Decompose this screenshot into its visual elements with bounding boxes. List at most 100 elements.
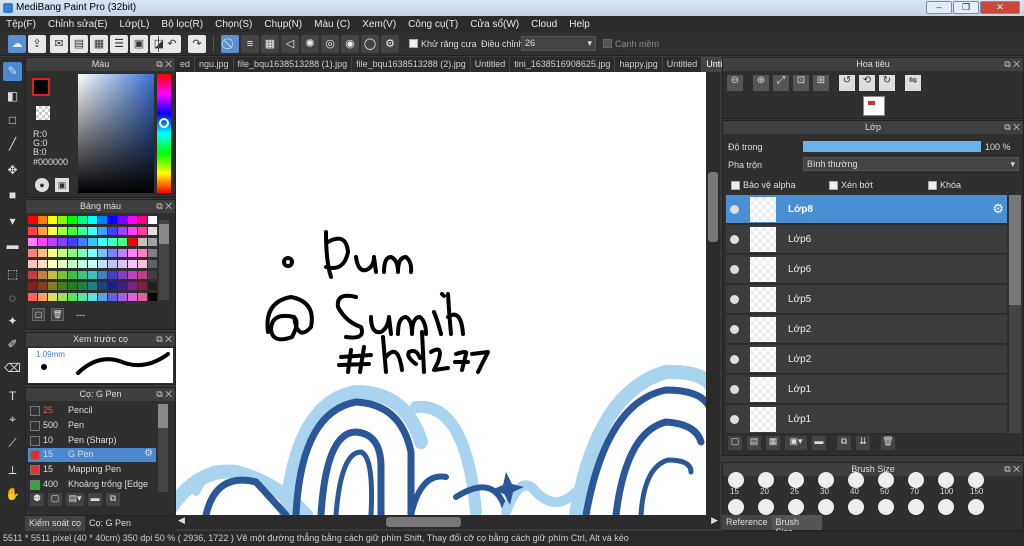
palette-swatch[interactable] — [128, 271, 137, 279]
brush-size-swatch[interactable] — [818, 499, 834, 515]
fit-icon[interactable]: ⤢ — [773, 75, 789, 91]
palette-swatch[interactable] — [38, 282, 47, 290]
brush-list-scrollbar[interactable] — [158, 404, 168, 492]
brush-size-swatch[interactable] — [758, 472, 774, 488]
palette-swatch[interactable] — [148, 260, 157, 268]
cross-snap-icon[interactable]: ▦ — [261, 35, 279, 53]
palette-swatch[interactable] — [78, 249, 87, 257]
brush-size-swatch[interactable] — [848, 472, 864, 488]
brush-item[interactable]: 15 Mapping Pen — [28, 463, 156, 477]
palette-swatch[interactable] — [38, 227, 47, 235]
palette-swatch[interactable] — [78, 238, 87, 246]
antialias-checkbox[interactable] — [409, 39, 418, 48]
palette-swatch[interactable] — [88, 271, 97, 279]
palette-swatch[interactable] — [108, 227, 117, 235]
palette-swatch[interactable] — [58, 249, 67, 257]
select-pen-tool-icon[interactable]: ✐ — [3, 335, 22, 354]
doc-tab[interactable]: happy.jpg — [615, 57, 663, 72]
palette-swatch[interactable] — [68, 293, 77, 301]
eye-icon[interactable] — [730, 385, 739, 394]
brush-item[interactable]: 400 Khoảng trống [Edge — [28, 478, 156, 492]
menu-view[interactable]: Xem(V) — [356, 19, 402, 30]
panel-close-icon[interactable]: ⧉ ✕ — [1004, 121, 1020, 134]
palette-swatch[interactable] — [28, 293, 37, 301]
palette-swatch[interactable] — [58, 227, 67, 235]
brush-size-swatch[interactable] — [938, 472, 954, 488]
palette-swatch[interactable] — [58, 238, 67, 246]
palette-swatch[interactable] — [68, 260, 77, 268]
palette-swatch[interactable] — [38, 271, 47, 279]
palette-swatch[interactable] — [108, 260, 117, 268]
layer-row[interactable]: Lớp1 — [726, 405, 1007, 434]
palette-swatch[interactable] — [28, 271, 37, 279]
palette-swatch[interactable] — [118, 216, 127, 224]
palette-swatch[interactable] — [118, 293, 127, 301]
palette-swatch[interactable] — [148, 216, 157, 224]
brush-size-swatch[interactable] — [728, 472, 744, 488]
blend-select[interactable]: Bình thường ▾ — [803, 157, 1019, 171]
palette-swatch[interactable] — [68, 238, 77, 246]
palette-swatch[interactable] — [98, 216, 107, 224]
eye-icon[interactable] — [730, 205, 739, 214]
transparent-color[interactable] — [36, 106, 50, 120]
divide-tool-icon[interactable]: ⟋ — [3, 434, 22, 453]
palette-swatch[interactable] — [108, 293, 117, 301]
palette-swatch[interactable] — [28, 216, 37, 224]
gear-icon[interactable]: ⚙ — [992, 201, 1004, 217]
scroll-right-icon[interactable]: ▶ — [711, 515, 718, 526]
snap-settings-icon[interactable]: ⚙ — [381, 35, 399, 53]
palette-swatch[interactable] — [68, 271, 77, 279]
palette-swatch[interactable] — [128, 238, 137, 246]
page-list-icon[interactable]: ☰ — [110, 35, 128, 53]
palette-swatch[interactable] — [108, 282, 117, 290]
palette-swatch[interactable] — [28, 227, 37, 235]
concentric-snap-icon[interactable]: ◎ — [321, 35, 339, 53]
close-button[interactable]: ✕ — [980, 1, 1020, 14]
grid-page-icon[interactable]: ▣ — [130, 35, 148, 53]
fill-rect-tool-icon[interactable]: ■ — [3, 186, 22, 205]
magic-wand-tool-icon[interactable]: ✦ — [3, 312, 22, 331]
palette-grid[interactable] — [28, 216, 157, 302]
palette-swatch[interactable] — [68, 282, 77, 290]
doc-tab[interactable]: file_bqu1638513288 (2).jpg — [352, 57, 471, 72]
palette-swatch[interactable] — [118, 249, 127, 257]
layer-row[interactable]: Lớp5 — [726, 285, 1007, 314]
palette-swatch[interactable] — [128, 249, 137, 257]
doc-tab[interactable]: Untitled — [471, 57, 511, 72]
menu-cloud[interactable]: Cloud — [525, 19, 563, 30]
color-mode-icon[interactable]: ▣ — [55, 178, 69, 192]
zoom-out-icon[interactable]: ⊖ — [727, 75, 743, 91]
palette-swatch[interactable] — [48, 271, 57, 279]
palette-swatch[interactable] — [78, 216, 87, 224]
scroll-left-icon[interactable]: ◀ — [178, 515, 185, 526]
soft-edge-checkbox[interactable] — [603, 39, 612, 48]
layer-add-menu-icon[interactable]: ▣▾ — [785, 436, 807, 450]
eye-icon[interactable] — [730, 355, 739, 364]
hue-slider[interactable] — [157, 74, 171, 193]
brush-menu-icon[interactable]: ▤▾ — [66, 493, 84, 506]
comment-icon[interactable]: ✉ — [50, 35, 68, 53]
palette-swatch[interactable] — [58, 293, 67, 301]
saturation-value-square[interactable] — [78, 74, 154, 193]
zoom-in-icon[interactable]: ⊕ — [753, 75, 769, 91]
palette-swatch[interactable] — [148, 282, 157, 290]
eyedropper-tool-icon[interactable]: ⟂ — [3, 461, 22, 480]
menu-filter[interactable]: Bộ lọc(R) — [155, 19, 209, 30]
color-wheel-icon[interactable]: ● — [35, 178, 49, 192]
snap-off-icon[interactable]: ⃠ — [221, 35, 239, 53]
dot-tool-icon[interactable]: □ — [3, 111, 22, 130]
palette-swatch[interactable] — [148, 238, 157, 246]
share-icon[interactable]: ⇪ — [28, 35, 46, 53]
clipping-checkbox[interactable] — [829, 181, 838, 190]
adjust-select[interactable]: 26 ▾ — [521, 36, 596, 51]
brush-size-swatch[interactable] — [878, 472, 894, 488]
palette-swatch[interactable] — [118, 238, 127, 246]
panel-close-icon[interactable]: ⧉ ✕ — [156, 200, 172, 213]
palette-swatch[interactable] — [108, 238, 117, 246]
curve-snap-icon[interactable]: ◉ — [341, 35, 359, 53]
palette-swatch[interactable] — [28, 282, 37, 290]
lock-checkbox[interactable] — [928, 181, 937, 190]
palette-swatch[interactable] — [88, 216, 97, 224]
brush-item[interactable]: 500 Pen — [28, 419, 156, 433]
palette-swatch[interactable] — [98, 227, 107, 235]
